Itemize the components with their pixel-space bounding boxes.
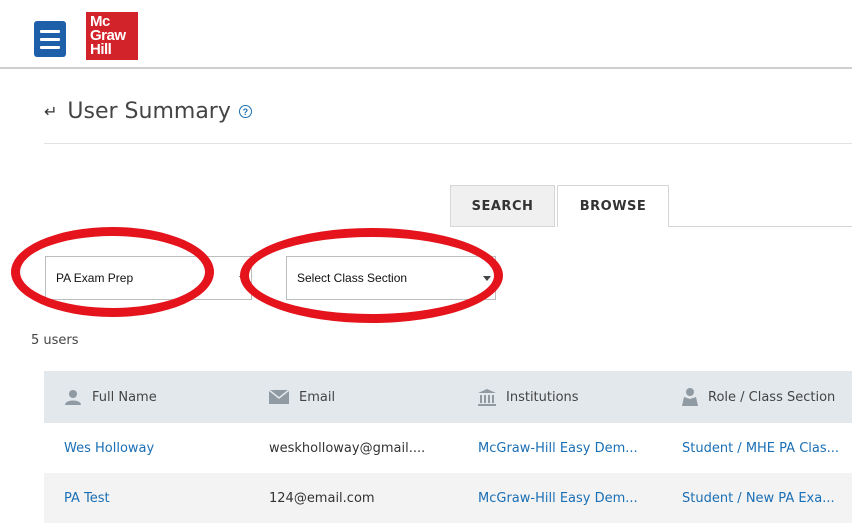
hamburger-menu-icon[interactable] bbox=[34, 21, 66, 57]
menu-bar bbox=[40, 45, 60, 49]
column-label: Full Name bbox=[92, 389, 157, 405]
user-institution-link[interactable]: McGraw-Hill Easy Dem... bbox=[458, 441, 662, 456]
class-section-select[interactable]: Select Class Section bbox=[286, 256, 496, 300]
class-section-select-value: Select Class Section bbox=[297, 271, 408, 285]
user-email: weskholloway@gmail.... bbox=[269, 440, 426, 456]
users-table: Full Name Email Institutions Role / Clas… bbox=[44, 371, 852, 523]
program-select-value: PA Exam Prep bbox=[56, 271, 134, 285]
user-name-link[interactable]: Wes Holloway bbox=[44, 441, 249, 456]
menu-bar bbox=[40, 37, 60, 41]
user-role-link[interactable]: Student / MHE PA Clas... bbox=[662, 441, 852, 456]
page-heading: ↵ User Summary ? bbox=[44, 99, 252, 124]
table-row: Wes Holloway weskholloway@gmail.... McGr… bbox=[44, 423, 852, 473]
person-icon bbox=[64, 389, 82, 405]
column-label: Role / Class Section bbox=[708, 389, 836, 405]
logo-line: Hill bbox=[90, 41, 112, 58]
title-divider bbox=[44, 143, 852, 144]
top-bar: Mc Graw Hill bbox=[0, 0, 852, 69]
column-header-email[interactable]: Email bbox=[249, 390, 458, 405]
role-icon bbox=[682, 388, 698, 406]
page-title: User Summary bbox=[67, 99, 231, 124]
mcgraw-hill-logo[interactable]: Mc Graw Hill bbox=[86, 12, 138, 60]
user-count: 5 users bbox=[31, 333, 79, 348]
tab-browse[interactable]: BROWSE bbox=[557, 185, 669, 227]
institution-icon bbox=[478, 388, 496, 406]
table-row: PA Test 124@email.com McGraw-Hill Easy D… bbox=[44, 473, 852, 523]
envelope-icon bbox=[269, 390, 289, 404]
chevron-down-icon bbox=[239, 276, 247, 281]
table-header: Full Name Email Institutions Role / Clas… bbox=[44, 371, 852, 423]
program-select[interactable]: PA Exam Prep bbox=[45, 256, 252, 300]
tab-search[interactable]: SEARCH bbox=[450, 185, 555, 227]
menu-bar bbox=[40, 29, 60, 33]
column-label: Email bbox=[299, 389, 336, 405]
column-header-institutions[interactable]: Institutions bbox=[458, 388, 662, 406]
user-institution-link[interactable]: McGraw-Hill Easy Dem... bbox=[458, 491, 662, 506]
tab-bar: SEARCH BROWSE bbox=[450, 185, 669, 227]
tab-divider bbox=[669, 226, 852, 227]
column-label: Institutions bbox=[506, 389, 579, 405]
user-name-link[interactable]: PA Test bbox=[44, 491, 249, 506]
user-role-link[interactable]: Student / New PA Exa... bbox=[662, 491, 852, 506]
column-header-role[interactable]: Role / Class Section bbox=[662, 388, 852, 406]
back-arrow-icon[interactable]: ↵ bbox=[44, 102, 57, 121]
column-header-full-name[interactable]: Full Name bbox=[44, 389, 249, 405]
user-email: 124@email.com bbox=[269, 490, 375, 506]
help-circle-icon[interactable]: ? bbox=[238, 105, 252, 118]
chevron-down-icon bbox=[483, 276, 491, 281]
